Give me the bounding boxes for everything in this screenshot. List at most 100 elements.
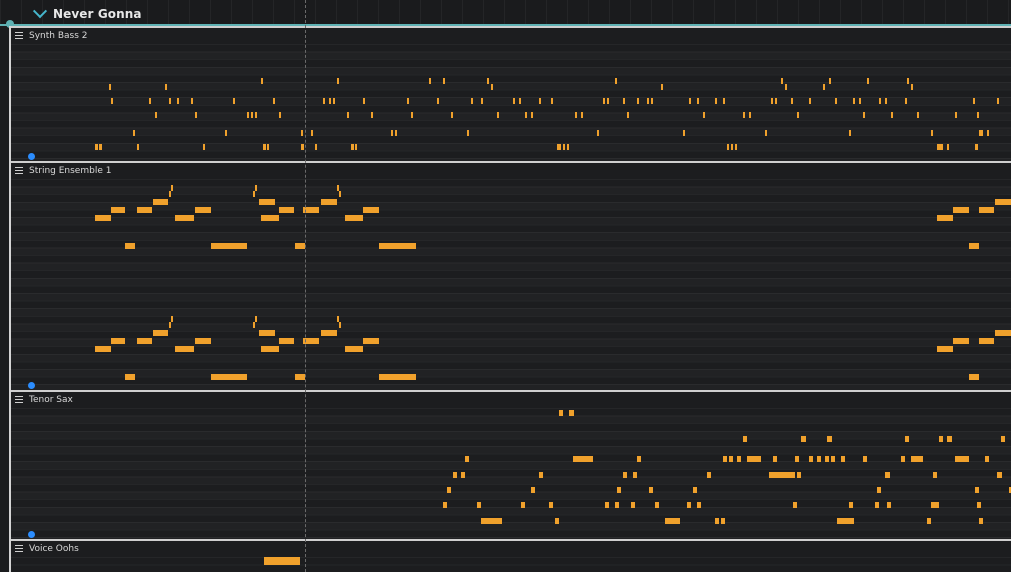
midi-note[interactable] xyxy=(321,199,337,205)
midi-note[interactable] xyxy=(977,502,981,508)
track-synth-bass-2[interactable]: Synth Bass 2 xyxy=(11,26,1011,161)
midi-note[interactable] xyxy=(863,456,867,462)
midi-note[interactable] xyxy=(905,98,907,104)
midi-note[interactable] xyxy=(491,84,493,90)
midi-note[interactable] xyxy=(887,502,891,508)
midi-note[interactable] xyxy=(311,130,313,136)
midi-note[interactable] xyxy=(195,338,211,344)
midi-note[interactable] xyxy=(447,487,451,493)
midi-note[interactable] xyxy=(749,112,751,118)
midi-note[interactable] xyxy=(817,456,821,462)
midi-note[interactable] xyxy=(521,502,525,508)
midi-note[interactable] xyxy=(597,130,599,136)
midi-note[interactable] xyxy=(715,98,717,104)
midi-note[interactable] xyxy=(947,436,952,442)
midi-note[interactable] xyxy=(575,112,577,118)
midi-note[interactable] xyxy=(125,243,135,249)
midi-note[interactable] xyxy=(175,346,194,352)
midi-note[interactable] xyxy=(171,185,173,191)
midi-note[interactable] xyxy=(651,98,653,104)
track-name[interactable]: String Ensemble 1 xyxy=(29,166,111,176)
midi-note[interactable] xyxy=(125,374,135,380)
midi-note[interactable] xyxy=(835,98,837,104)
midi-note[interactable] xyxy=(169,322,171,328)
midi-note[interactable] xyxy=(605,502,609,508)
midi-note[interactable] xyxy=(437,98,439,104)
midi-note[interactable] xyxy=(264,557,300,565)
midi-note[interactable] xyxy=(841,518,854,524)
midi-note[interactable] xyxy=(259,330,275,336)
midi-note[interactable] xyxy=(631,502,635,508)
midi-note[interactable] xyxy=(615,78,617,84)
midi-note[interactable] xyxy=(177,98,179,104)
midi-note[interactable] xyxy=(937,346,953,352)
midi-note[interactable] xyxy=(773,456,777,462)
midi-note[interactable] xyxy=(345,346,363,352)
midi-note[interactable] xyxy=(461,472,465,478)
midi-note[interactable] xyxy=(539,472,543,478)
midi-note[interactable] xyxy=(255,185,257,191)
midi-note[interactable] xyxy=(411,112,413,118)
midi-note[interactable] xyxy=(315,144,317,150)
midi-note[interactable] xyxy=(95,346,111,352)
midi-note[interactable] xyxy=(267,144,269,150)
midi-note[interactable] xyxy=(95,215,111,221)
midi-note[interactable] xyxy=(827,436,832,442)
midi-note[interactable] xyxy=(743,436,747,442)
midi-note[interactable] xyxy=(649,487,653,493)
midi-note[interactable] xyxy=(329,98,331,104)
midi-note[interactable] xyxy=(443,78,445,84)
midi-note[interactable] xyxy=(169,98,171,104)
midi-note[interactable] xyxy=(985,456,989,462)
midi-note[interactable] xyxy=(481,98,483,104)
midi-note[interactable] xyxy=(581,112,583,118)
midi-note[interactable] xyxy=(697,98,699,104)
midi-note[interactable] xyxy=(877,487,881,493)
midi-note[interactable] xyxy=(661,84,663,90)
midi-note[interactable] xyxy=(301,144,304,150)
midi-note[interactable] xyxy=(995,199,1011,205)
midi-note[interactable] xyxy=(793,502,797,508)
midi-note[interactable] xyxy=(467,130,469,136)
midi-note[interactable] xyxy=(1001,436,1005,442)
midi-note[interactable] xyxy=(769,472,795,478)
midi-note[interactable] xyxy=(539,98,541,104)
midi-note[interactable] xyxy=(735,144,737,150)
midi-note[interactable] xyxy=(731,144,733,150)
midi-note[interactable] xyxy=(557,144,560,150)
midi-note[interactable] xyxy=(723,456,727,462)
midi-note[interactable] xyxy=(261,78,263,84)
midi-note[interactable] xyxy=(465,456,469,462)
midi-note[interactable] xyxy=(525,112,527,118)
midi-note[interactable] xyxy=(623,98,625,104)
midi-note[interactable] xyxy=(339,322,341,328)
midi-note[interactable] xyxy=(955,112,957,118)
midi-note[interactable] xyxy=(477,502,481,508)
midi-note[interactable] xyxy=(391,130,393,136)
midi-note[interactable] xyxy=(975,144,978,150)
midi-note[interactable] xyxy=(867,78,869,84)
midi-note[interactable] xyxy=(363,207,379,213)
midi-note[interactable] xyxy=(771,98,773,104)
midi-note[interactable] xyxy=(273,98,275,104)
track-voice-oohs[interactable]: Voice Oohs xyxy=(11,539,1011,572)
midi-note[interactable] xyxy=(531,112,533,118)
midi-note[interactable] xyxy=(195,112,197,118)
midi-note[interactable] xyxy=(637,456,641,462)
midi-note[interactable] xyxy=(607,98,609,104)
midi-note[interactable] xyxy=(997,472,1002,478)
midi-note[interactable] xyxy=(885,98,887,104)
midi-note[interactable] xyxy=(379,243,416,249)
midi-note[interactable] xyxy=(953,338,969,344)
midi-note[interactable] xyxy=(953,207,969,213)
midi-note[interactable] xyxy=(969,374,979,380)
midi-note[interactable] xyxy=(211,374,247,380)
track-menu-icon[interactable] xyxy=(15,167,23,174)
midi-note[interactable] xyxy=(513,98,515,104)
midi-note[interactable] xyxy=(333,98,335,104)
midi-note[interactable] xyxy=(321,330,337,336)
midi-note[interactable] xyxy=(337,78,339,84)
midi-note[interactable] xyxy=(633,472,637,478)
midi-note[interactable] xyxy=(233,98,235,104)
midi-note[interactable] xyxy=(973,98,975,104)
